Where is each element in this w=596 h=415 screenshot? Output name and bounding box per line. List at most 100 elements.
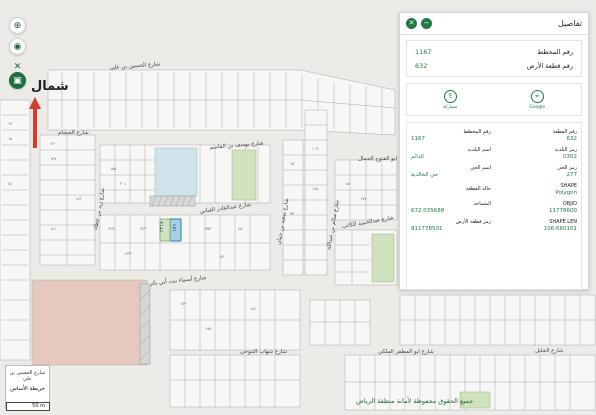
attribute-item: رمز الحي 277 [497,162,577,180]
attribute-label: رمز البلدية [554,146,577,153]
attribute-label: رمز قطعة الأرض [455,218,491,225]
basemap-preview-text: شارع الحسين بن علي [9,370,46,382]
panel-header-buttons: ✕ − [406,18,432,29]
parcel-number: ١٣٧ [50,156,57,161]
parcel-number: ١٥ [8,136,12,141]
google-maps-button[interactable]: ⌖ Google [529,89,546,110]
attribute-value: 106.660101 [543,225,577,232]
large-building [31,279,148,366]
attribute-item: رمز قطعة الأرض 911778501 [411,216,491,234]
compass-button[interactable]: ◉ [9,38,26,55]
parcel-number: ١٩٥ [205,326,211,331]
street-shehab: شارع شهاب التنوخي [240,349,287,355]
parcel-number: ١٠٣ [312,146,319,151]
parcel-number: ١٤٣ [75,196,82,201]
attribute-label: رمز الحي [557,164,577,171]
parcel-number: ١٥٥ [110,166,116,171]
street-jaafar: شارع الجشام [58,130,89,136]
parcel-number: ٤٥ [238,226,242,231]
attribute-item: OBJID 11778600 [497,198,577,216]
summary-value: 632 [415,62,428,70]
map-block-north [47,69,396,136]
panel-header: ✕ − تفاصيل [400,13,588,35]
attribute-value: 1167 [411,135,425,142]
attribute-label: OBJID [562,200,577,207]
attribute-value: حي الخالدية [411,171,439,178]
minimize-button[interactable]: − [421,18,432,29]
parcel-number: ٣٤٣ [140,226,147,231]
map-block-central [99,144,271,204]
summary-row: 1167 رقم المخطط [415,45,573,59]
attribute-label: اسم البلدية [467,146,491,153]
scale-bar: 50 m [6,402,50,411]
attribute-item: SHAPE.LEN 106.660101 [497,216,577,234]
parcel-number: ١٧٧ [360,196,367,201]
copyright-text: جميع الحقوق محفوظة لأمانة منطقة الرياض [356,397,474,405]
street-mudhaffar: شارع ابو المظفر الملكي [378,348,434,355]
locate-button[interactable]: ⊕ [9,17,26,34]
hatched-parcel [149,195,196,207]
parcel-number: ٢٠١ [120,181,126,186]
wrench-icon: ✕ [13,61,22,72]
summary-label: رقم المخطط [537,48,573,56]
parcel-number: ٣٥٣ [205,226,212,231]
attribute-value: 0302 [563,153,577,160]
share-button[interactable]: ⇪ مشاركة [443,89,457,110]
minus-icon: − [423,19,430,27]
attribute-value: Polygon [555,189,577,196]
google-label: Google [529,104,546,110]
north-label: شمال [31,79,69,94]
crosshair-icon: ⊕ [13,20,22,31]
parcel-icon: ▣ [13,75,22,86]
map-block-abdulqader [99,214,271,271]
parcel-info-button[interactable]: ▣ [9,72,26,89]
close-icon: ✕ [408,19,415,27]
parcel-number: ٢٢٧ [108,226,115,231]
highlight-parcel-label-1: ٢٣١٨ [159,221,165,232]
parcel-number: ٧٤ [8,181,12,186]
share-icon: ⇪ [443,89,457,103]
parcel-number: ١٥١ [345,181,351,186]
parcel-number: ١٨١ [250,306,256,311]
compass-icon: ◉ [13,41,22,52]
attribute-value: 277 [566,171,578,178]
attribute-item: رقم المخطط 1167 [411,126,491,144]
attribute-label: اسم الحي [470,164,491,171]
attribute-item: اسم البلدية الدائم [411,144,491,162]
map-block-topleft [0,99,31,361]
parcel-number: ١٤٥ [312,186,318,191]
attribute-item: SHAPE Polygon [497,180,577,198]
parcel-number: ١٧٣ [180,301,187,306]
attribute-label: SHAPE [560,182,577,189]
panel-title: تفاصيل [558,19,582,28]
attribute-value: 911778501 [411,225,443,232]
attribute-value: 11778600 [549,207,577,214]
attribute-item: حالة القطعة [411,180,491,198]
street-alkhalil: شارع الخليل [535,348,564,354]
attribute-label: رقم المخطط [463,128,491,135]
close-button[interactable]: ✕ [406,18,417,29]
summary-label: رقم قطعة الأرض [526,62,573,70]
actions-row: ⇪ مشاركة ⌖ Google [406,83,582,116]
details-panel: ✕ − تفاصيل 1167 رقم المخطط 632 رقم قطعة … [399,12,589,290]
attribute-label: رقم القطعة [552,128,577,135]
basemap-label: خريطة الأساس [10,386,45,392]
attribute-item: المساحة 672.035688 [411,198,491,216]
north-arrow-icon [29,97,41,148]
summary-box: 1167 رقم المخطط 632 رقم قطعة الأرض [406,40,582,77]
map-block-west [39,134,96,266]
summary-value: 1167 [415,48,432,56]
attribute-item: رمز البلدية 0302 [497,144,577,162]
parcel-number: ١٣٠ [50,141,56,146]
attributes-grid: رقم المخطط 1167 رقم القطعة 632 اسم البلدية… [406,122,582,290]
attribute-item: رقم القطعة 632 [497,126,577,144]
attribute-label: المساحة [473,200,491,207]
building-hatch-strip [139,283,151,365]
attribute-item: اسم الحي حي الخالدية [411,162,491,180]
attribute-value: الدائم [411,153,424,160]
highlight-parcel-label-2: ١٥٩ [172,224,178,232]
summary-row: 632 رقم قطعة الأرض [415,59,573,73]
attribute-label: حالة القطعة [465,185,491,192]
parcel-number: ١٤١ [50,226,56,231]
attribute-label: SHAPE.LEN [549,218,577,225]
